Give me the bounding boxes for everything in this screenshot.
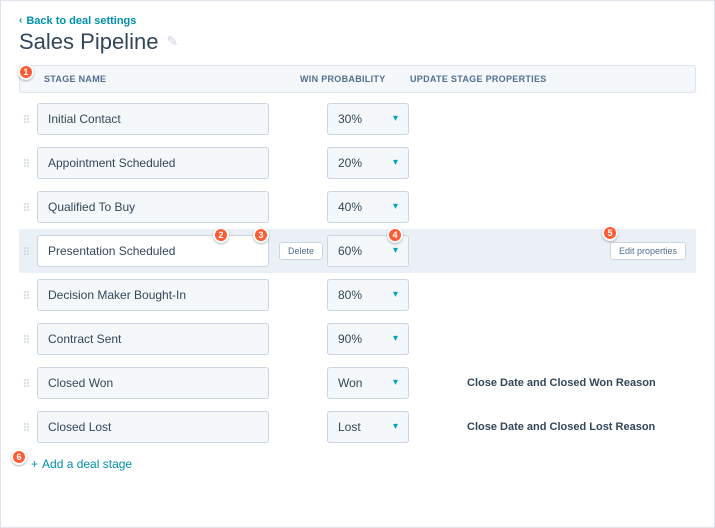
stage-row: Initial Contact 30% ▾ <box>19 97 696 141</box>
drag-handle-icon[interactable] <box>19 203 31 211</box>
stage-row: Contract Sent 90% ▾ <box>19 317 696 361</box>
chevron-down-icon: ▾ <box>393 289 398 300</box>
back-to-deal-settings-link[interactable]: ‹ Back to deal settings <box>19 15 136 27</box>
stage-name-input[interactable]: Closed Lost <box>37 411 269 443</box>
stage-name-input[interactable]: Qualified To Buy <box>37 191 269 223</box>
win-probability-value: 60% <box>338 244 362 258</box>
add-deal-stage-link[interactable]: + Add a deal stage <box>31 457 132 471</box>
drag-handle-icon[interactable] <box>19 335 31 343</box>
stage-name-input[interactable]: Contract Sent <box>37 323 269 355</box>
win-probability-value: Lost <box>338 420 361 434</box>
page-title: Sales Pipeline <box>19 29 158 55</box>
chevron-down-icon: ▾ <box>393 377 398 388</box>
drag-handle-icon[interactable] <box>19 115 31 123</box>
stage-name-input[interactable]: Presentation Scheduled <box>37 235 269 267</box>
add-deal-stage-text: Add a deal stage <box>42 457 132 471</box>
win-probability-value: 30% <box>338 112 362 126</box>
stage-row: Presentation Scheduled2 Delete 3 60% ▾ 4 Edit … <box>19 229 696 273</box>
chevron-down-icon: ▾ <box>393 201 398 212</box>
win-probability-value: 20% <box>338 156 362 170</box>
chevron-down-icon: ▾ <box>393 333 398 344</box>
column-header-win-probability: WIN PROBABILITY <box>300 74 410 84</box>
stage-row: Decision Maker Bought-In 80% ▾ <box>19 273 696 317</box>
callout-1: 1 <box>18 64 34 80</box>
update-stage-properties-text: Close Date and Closed Won Reason <box>437 377 656 389</box>
stage-row: Closed Lost Lost ▾ Close Date and Closed Lo… <box>19 405 696 449</box>
column-header-stage-name: STAGE NAME <box>30 74 300 84</box>
win-probability-value: 40% <box>338 200 362 214</box>
callout-6: 6 <box>11 449 27 465</box>
chevron-down-icon: ▾ <box>393 113 398 124</box>
chevron-down-icon: ▾ <box>393 157 398 168</box>
chevron-down-icon: ▾ <box>393 245 398 256</box>
callout-5: 5 <box>602 225 618 241</box>
stage-table-header: 1 STAGE NAME WIN PROBABILITY UPDATE STAG… <box>19 65 696 93</box>
stage-name-input[interactable]: Initial Contact <box>37 103 269 135</box>
win-probability-select[interactable]: 90% ▾ <box>327 323 409 355</box>
chevron-down-icon: ▾ <box>393 421 398 432</box>
edit-title-icon[interactable]: ✎ <box>166 33 178 50</box>
win-probability-select[interactable]: 30% ▾ <box>327 103 409 135</box>
win-probability-value: 80% <box>338 288 362 302</box>
callout-3: 3 <box>253 227 269 243</box>
column-header-update-properties: UPDATE STAGE PROPERTIES <box>410 74 685 84</box>
stage-name-input[interactable]: Appointment Scheduled <box>37 147 269 179</box>
drag-handle-icon[interactable] <box>19 159 31 167</box>
drag-handle-icon[interactable] <box>19 247 31 255</box>
stage-row: Appointment Scheduled 20% ▾ <box>19 141 696 185</box>
delete-stage-button[interactable]: Delete <box>279 242 323 260</box>
win-probability-value: Won <box>338 376 362 390</box>
stage-name-input[interactable]: Closed Won <box>37 367 269 399</box>
callout-2: 2 <box>213 227 229 243</box>
update-stage-properties-text: Close Date and Closed Lost Reason <box>437 421 655 433</box>
stage-row: Qualified To Buy 40% ▾ <box>19 185 696 229</box>
chevron-left-icon: ‹ <box>19 15 22 26</box>
win-probability-select[interactable]: 80% ▾ <box>327 279 409 311</box>
win-probability-value: 90% <box>338 332 362 346</box>
drag-handle-icon[interactable] <box>19 291 31 299</box>
edit-properties-button[interactable]: Edit properties <box>610 242 686 260</box>
win-probability-select[interactable]: 20% ▾ <box>327 147 409 179</box>
win-probability-select[interactable]: Won ▾ <box>327 367 409 399</box>
plus-icon: + <box>31 457 38 471</box>
callout-4: 4 <box>387 227 403 243</box>
drag-handle-icon[interactable] <box>19 423 31 431</box>
stage-row: Closed Won Won ▾ Close Date and Closed Won … <box>19 361 696 405</box>
win-probability-select[interactable]: 40% ▾ <box>327 191 409 223</box>
drag-handle-icon[interactable] <box>19 379 31 387</box>
stage-name-input[interactable]: Decision Maker Bought-In <box>37 279 269 311</box>
win-probability-select[interactable]: Lost ▾ <box>327 411 409 443</box>
back-link-text: Back to deal settings <box>26 15 136 27</box>
